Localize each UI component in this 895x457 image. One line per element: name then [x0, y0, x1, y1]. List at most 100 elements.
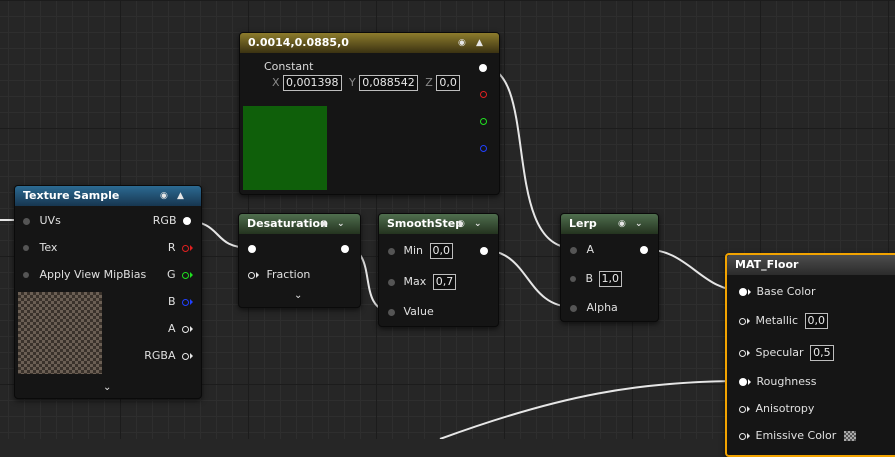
- pin-icon[interactable]: [739, 349, 746, 357]
- arrow-icon: [747, 406, 750, 412]
- input-label: A: [586, 243, 595, 256]
- input-label: Fraction: [266, 268, 311, 281]
- input-base-color[interactable]: Base Color: [739, 284, 816, 300]
- preview-toggle-icon[interactable]: ◉: [618, 214, 626, 234]
- arrow-icon: [190, 353, 193, 359]
- input-label: Tex: [39, 241, 58, 254]
- output-pin[interactable]: [341, 245, 349, 253]
- max-value-field[interactable]: 0,7: [432, 274, 457, 290]
- y-label: Y: [349, 76, 356, 89]
- lerp-node[interactable]: Lerp ◉ ⌄ A B 1,0 Alpha: [560, 213, 659, 322]
- constant3-node[interactable]: 0.0014,0.0885,0 ◉ ▲ Constant X 0,001398 …: [239, 32, 500, 195]
- pin-icon[interactable]: [183, 217, 191, 225]
- lerp-header[interactable]: Lerp ◉ ⌄: [561, 214, 658, 234]
- input-mipbias[interactable]: Apply View MipBias: [23, 267, 146, 283]
- smoothstep-node[interactable]: SmoothStep ◉ ⌄ Min 0,0 Max 0,7 Value: [378, 213, 499, 327]
- output-label: A: [167, 322, 176, 335]
- pin-icon[interactable]: [182, 325, 189, 333]
- output-pin-rgb[interactable]: [479, 64, 487, 72]
- pin-icon[interactable]: [182, 298, 189, 306]
- pin-icon[interactable]: [248, 271, 255, 279]
- preview-toggle-icon[interactable]: ◉: [458, 33, 466, 53]
- texture-sample-node[interactable]: Texture Sample ◉ ▲ UVs Tex Apply View Mi…: [14, 185, 202, 399]
- collapse-chevron-icon[interactable]: ▲: [177, 186, 184, 206]
- min-value-field[interactable]: 0,0: [429, 243, 454, 259]
- pin-icon[interactable]: [739, 432, 746, 440]
- z-value-field[interactable]: 0,0: [436, 75, 460, 91]
- preview-toggle-icon[interactable]: ◉: [320, 214, 328, 234]
- material-header[interactable]: MAT_Floor: [727, 255, 895, 275]
- pin-icon[interactable]: [739, 378, 747, 386]
- pin-icon[interactable]: [388, 247, 395, 255]
- lerp-title: Lerp: [569, 217, 597, 230]
- texture-preview: [18, 292, 102, 374]
- pin-icon[interactable]: [570, 276, 576, 282]
- pin-icon[interactable]: [388, 278, 395, 286]
- input-tex[interactable]: Tex: [23, 240, 57, 256]
- input-a[interactable]: A: [570, 242, 594, 258]
- smoothstep-header[interactable]: SmoothStep ◉ ⌄: [379, 214, 498, 234]
- specular-value-field[interactable]: 0,5: [810, 345, 834, 361]
- expand-chevron-icon[interactable]: ⌄: [294, 290, 302, 301]
- pin-icon[interactable]: [182, 244, 189, 252]
- output-pin[interactable]: [640, 246, 648, 254]
- material-node[interactable]: MAT_Floor Base Color Metallic 0,0 Specul…: [725, 253, 895, 457]
- desaturation-node[interactable]: Desaturation ◉ ⌄ Fraction ⌄: [238, 213, 361, 308]
- arrow-icon: [747, 350, 750, 356]
- output-pin-r[interactable]: [480, 91, 487, 98]
- input-value[interactable]: Value: [388, 304, 434, 320]
- output-rgb[interactable]: RGB: [153, 213, 191, 229]
- input-alpha[interactable]: Alpha: [570, 300, 618, 316]
- input-label: UVs: [39, 214, 61, 227]
- collapse-chevron-icon[interactable]: ▲: [476, 33, 483, 53]
- y-value-field[interactable]: 0,088542: [359, 75, 418, 91]
- pin-icon[interactable]: [570, 304, 577, 312]
- input-max[interactable]: Max 0,7: [388, 274, 457, 290]
- texture-sample-header[interactable]: Texture Sample ◉ ▲: [15, 186, 201, 206]
- output-pin[interactable]: [480, 247, 488, 255]
- input-pin[interactable]: [248, 245, 256, 253]
- preview-toggle-icon[interactable]: ◉: [160, 186, 168, 206]
- output-r[interactable]: R: [168, 240, 193, 256]
- b-value-field[interactable]: 1,0: [598, 271, 623, 287]
- pin-icon[interactable]: [182, 352, 189, 360]
- input-metallic[interactable]: Metallic 0,0: [739, 313, 829, 329]
- input-anisotropy[interactable]: Anisotropy: [739, 401, 814, 417]
- input-fraction[interactable]: Fraction: [248, 267, 310, 283]
- collapse-chevron-icon[interactable]: ⌄: [337, 214, 345, 234]
- output-a[interactable]: A: [168, 321, 193, 337]
- arrow-icon: [190, 299, 193, 305]
- constant3-header[interactable]: 0.0014,0.0885,0 ◉ ▲: [240, 33, 499, 53]
- pin-icon[interactable]: [182, 271, 189, 279]
- collapse-chevron-icon[interactable]: ⌄: [474, 214, 482, 234]
- pin-icon[interactable]: [23, 217, 30, 225]
- pin-icon[interactable]: [570, 246, 577, 254]
- output-pin-b[interactable]: [480, 145, 487, 152]
- desaturation-header[interactable]: Desaturation ◉ ⌄: [239, 214, 360, 234]
- color-swatch[interactable]: [843, 431, 856, 441]
- pin-icon[interactable]: [23, 272, 29, 278]
- input-min[interactable]: Min 0,0: [388, 243, 454, 259]
- collapse-chevron-icon[interactable]: ⌄: [635, 214, 643, 234]
- input-label: Max: [403, 275, 427, 288]
- output-pin-g[interactable]: [480, 118, 487, 125]
- output-rgba[interactable]: RGBA: [144, 348, 193, 364]
- input-specular[interactable]: Specular 0,5: [739, 345, 834, 361]
- input-roughness[interactable]: Roughness: [739, 374, 817, 390]
- pin-icon[interactable]: [739, 405, 746, 413]
- output-label: RGB: [152, 214, 177, 227]
- x-value-field[interactable]: 0,001398: [283, 75, 342, 91]
- pin-icon[interactable]: [23, 245, 29, 251]
- expand-chevron-icon[interactable]: ⌄: [103, 382, 111, 393]
- pin-icon[interactable]: [739, 317, 746, 325]
- output-b[interactable]: B: [168, 294, 193, 310]
- input-uvs[interactable]: UVs: [23, 213, 61, 229]
- pin-icon[interactable]: [739, 288, 747, 296]
- output-g[interactable]: G: [167, 267, 193, 283]
- input-emissive-color[interactable]: Emissive Color: [739, 428, 856, 444]
- preview-toggle-icon[interactable]: ◉: [457, 214, 465, 234]
- input-label: Base Color: [756, 285, 816, 298]
- metallic-value-field[interactable]: 0,0: [804, 313, 829, 329]
- input-b[interactable]: B 1,0: [570, 271, 623, 287]
- pin-icon[interactable]: [388, 308, 395, 316]
